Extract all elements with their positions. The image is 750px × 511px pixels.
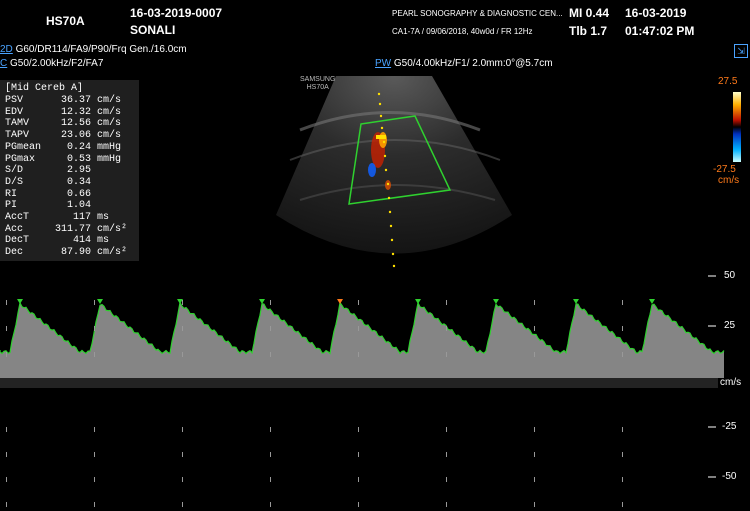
measurement-value: 23.06 [60, 130, 91, 142]
sample-gate[interactable] [376, 135, 386, 139]
measurement-value: 87.90 [60, 247, 91, 259]
measurement-label: D/S [5, 176, 24, 188]
measurement-unit: cm/s [97, 95, 122, 106]
measurement-value: 0.66 [66, 188, 91, 200]
measurement-panel: [Mid Cereb A] PSV 36.37 cm/s EDV 12.32 cm/s TAM… [0, 80, 139, 261]
measurement-value: 36.37 [60, 95, 91, 106]
color-scale-bar [733, 92, 741, 162]
measurement-label: AccT [5, 212, 30, 223]
measurement-label: RI [5, 188, 18, 200]
measurement-label: TAPV [5, 130, 30, 142]
velocity-tick-50: 50 [724, 270, 736, 281]
measurement-unit: mmHg [97, 141, 122, 153]
color-scale-bottom: -27.5 [713, 164, 736, 175]
measurement-value: 12.56 [60, 118, 91, 130]
measurement-unit: mmHg [97, 153, 122, 165]
measurement-label: DecT [5, 235, 30, 247]
measurement-unit: ms [97, 212, 110, 223]
measurement-unit: cm/s² [97, 223, 128, 235]
measurement-value: 0.34 [66, 176, 91, 188]
measurement-value: 1.04 [66, 200, 91, 212]
logo-line2: HS70A [306, 84, 329, 91]
measurement-value: 117 [72, 212, 91, 223]
measurement-label: PSV [5, 95, 24, 106]
measurement-label: TAMV [5, 118, 30, 130]
velocity-tick-25: 25 [724, 320, 736, 331]
measurement-value: 311.77 [54, 223, 91, 235]
velocity-unit: cm/s [720, 377, 742, 388]
color-scale-top: 27.5 [718, 76, 738, 87]
measurement-label: EDV [5, 106, 24, 118]
measurement-value: 12.32 [60, 106, 91, 118]
brand-logo: SAMSUNG HS70A [300, 76, 335, 92]
measurement-unit: cm/s [97, 130, 122, 142]
measurement-label: Dec [5, 247, 24, 259]
measurement-value: 0.24 [66, 141, 91, 153]
bmode-sector [276, 76, 512, 254]
measurement-unit: cm/s [97, 118, 122, 130]
measurement-value: 0.53 [66, 153, 91, 165]
measurement-value: 414 [72, 235, 91, 247]
measurement-value: 2.95 [66, 165, 91, 177]
color-scale-unit: cm/s [718, 175, 740, 186]
measurement-unit: ms [97, 235, 110, 247]
velocity-tick-neg50: -50 [722, 471, 737, 482]
logo-line1: SAMSUNG [300, 76, 336, 83]
measurement-label: Acc [5, 223, 24, 235]
measurement-unit: cm/s [97, 106, 122, 118]
velocity-tick-neg25: -25 [722, 421, 737, 432]
measurement-unit: cm/s² [97, 247, 128, 259]
measurement-label: S/D [5, 165, 24, 177]
measurement-label: PI [5, 200, 18, 212]
measurement-title: [Mid Cereb A] [5, 83, 84, 94]
